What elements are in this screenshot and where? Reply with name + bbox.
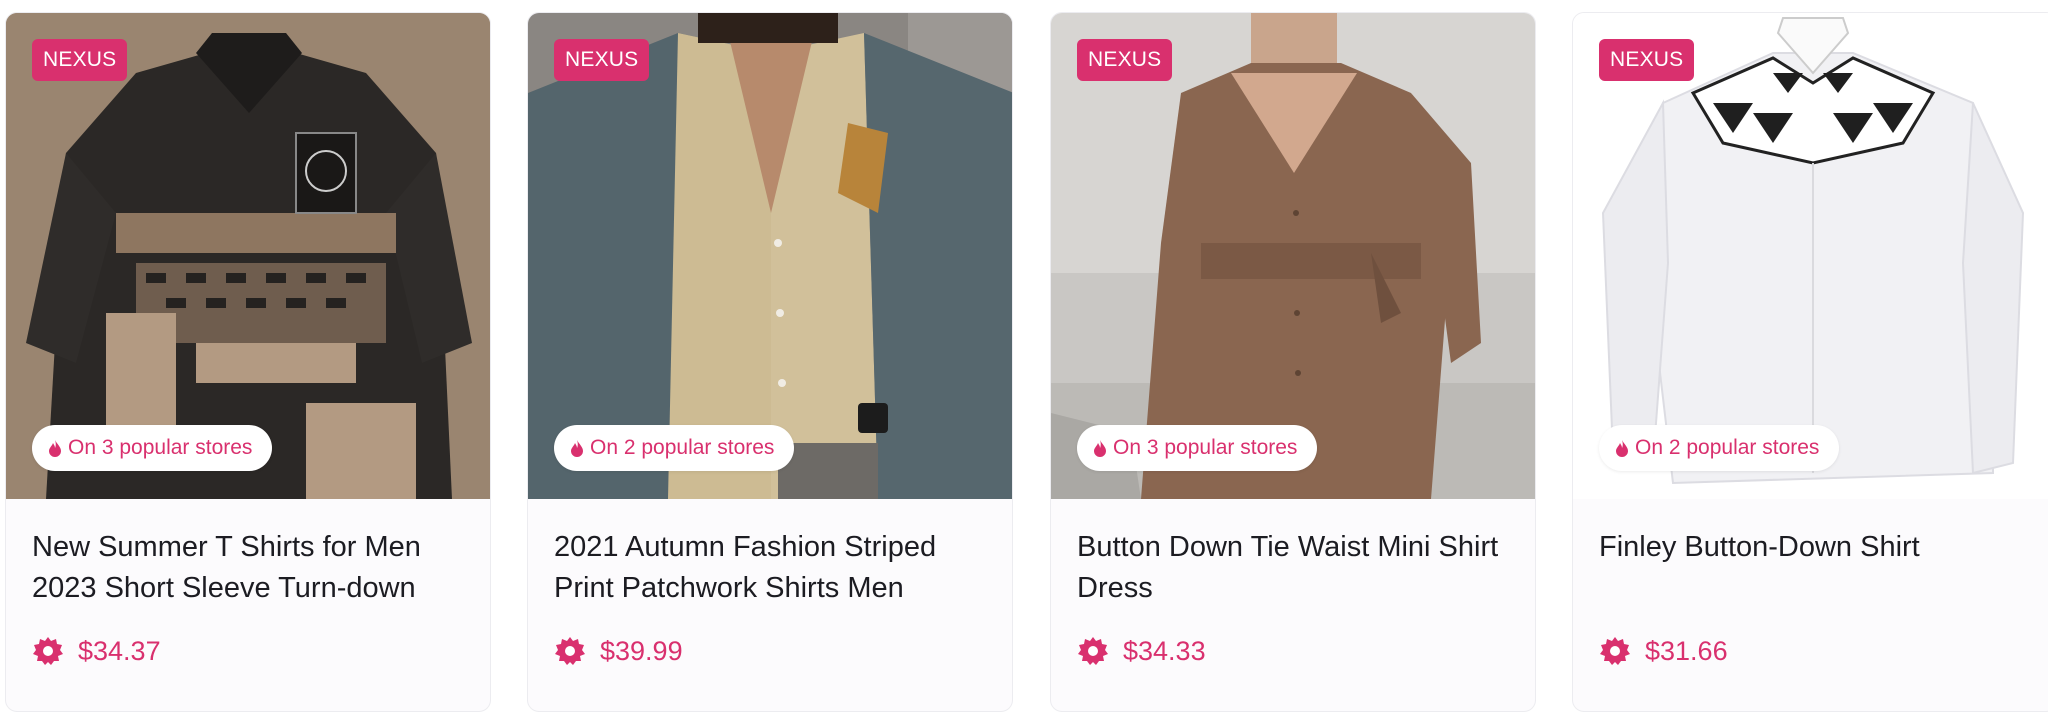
stores-pill: On 2 popular stores [1599,425,1840,471]
brand-badge: NEXUS [554,39,650,81]
product-price: $39.99 [600,635,683,666]
product-card[interactable]: NEXUS On 3 popular stores Button Down Ti… [1050,12,1536,712]
flame-icon [1616,440,1628,457]
product-title[interactable]: New Summer T Shirts for Men 2023 Short S… [32,527,464,609]
gear-badge-icon [1600,637,1630,665]
stores-pill: On 3 popular stores [1077,425,1318,471]
product-card[interactable]: NEXUS On 2 popular stores 2021 Autumn Fa… [527,12,1013,712]
gear-badge-icon [33,637,63,665]
product-price: $34.33 [1123,635,1206,666]
flame-icon [49,440,61,457]
price-row: $34.33 [1077,635,1206,667]
flame-icon [571,440,583,457]
product-price: $31.66 [1645,635,1728,666]
gear-badge-icon [1078,637,1108,665]
stores-pill: On 3 popular stores [32,425,273,471]
flame-icon [1094,440,1106,457]
stores-label: On 2 popular stores [590,436,775,459]
gear-badge-icon [555,637,585,665]
price-row: $31.66 [1599,635,1728,667]
product-card[interactable]: NEXUS On 2 popular stores Finley Button-… [1572,12,2048,712]
stores-label: On 3 popular stores [1113,436,1298,459]
product-title[interactable]: 2021 Autumn Fashion Striped Print Patchw… [554,527,986,609]
product-card[interactable]: NEXUS On 3 popular stores New Summer T S… [5,12,491,712]
stores-label: On 3 popular stores [68,436,253,459]
product-title[interactable]: Button Down Tie Waist Mini Shirt Dress [1077,527,1509,609]
product-price: $34.37 [78,635,161,666]
price-row: $39.99 [554,635,683,667]
stores-label: On 2 popular stores [1635,436,1820,459]
brand-badge: NEXUS [1077,39,1173,81]
brand-badge: NEXUS [32,39,128,81]
stores-pill: On 2 popular stores [554,425,795,471]
price-row: $34.37 [32,635,161,667]
brand-badge: NEXUS [1599,39,1695,81]
product-title[interactable]: Finley Button-Down Shirt [1599,527,2031,568]
